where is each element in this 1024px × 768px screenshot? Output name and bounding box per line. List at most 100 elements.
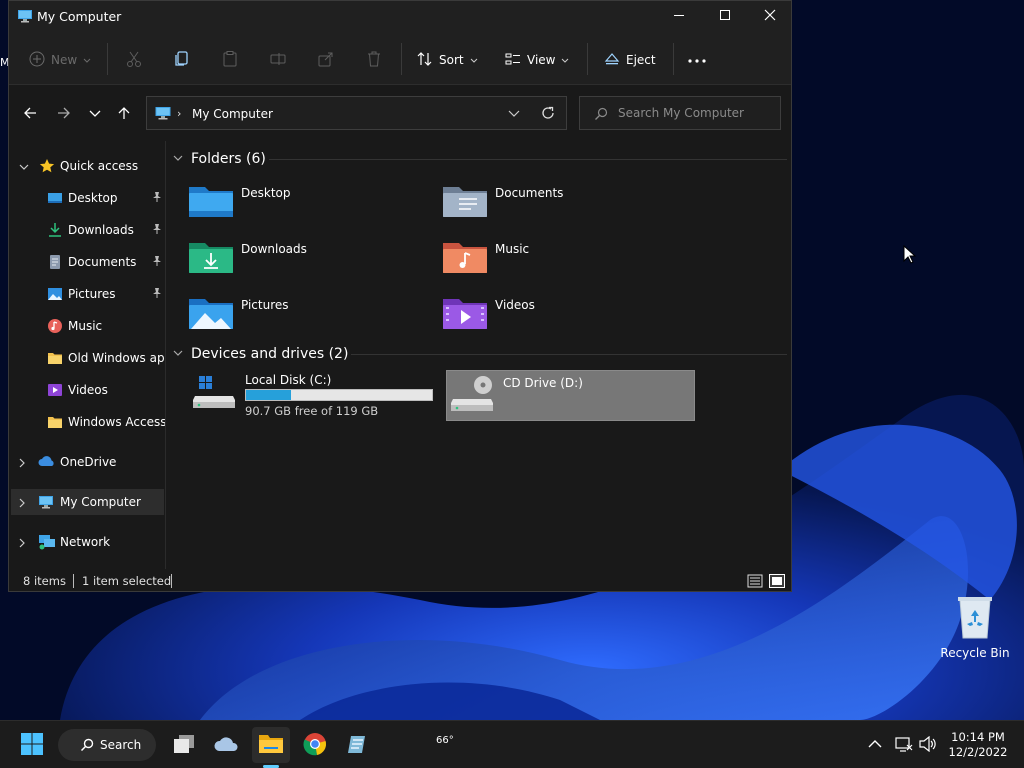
recycle-bin-desktop-icon[interactable]: Recycle Bin: [938, 594, 1012, 664]
group-header-folders[interactable]: Folders (6): [173, 149, 266, 169]
folder-tile-documents[interactable]: Documents: [443, 183, 683, 233]
nav-quick-access[interactable]: Quick access: [11, 153, 164, 179]
windows-logo-icon: [20, 732, 44, 759]
back-button[interactable]: [18, 103, 42, 125]
maximize-button[interactable]: [702, 1, 748, 31]
cut-button[interactable]: [125, 47, 143, 73]
title-bar[interactable]: My Computer: [9, 1, 791, 33]
folder-label: Music: [495, 242, 530, 256]
drive-tile-local-disk[interactable]: Local Disk (C:) 90.7 GB free of 119 GB: [189, 368, 439, 420]
pin-icon[interactable]: [151, 191, 163, 206]
folder-tile-music[interactable]: Music: [443, 239, 683, 289]
view-label: View: [527, 53, 556, 67]
nav-item-music[interactable]: Music: [11, 313, 164, 339]
nav-label: Music: [68, 319, 103, 333]
show-hidden-icons-button[interactable]: [864, 727, 886, 763]
drive-tile-cd-drive[interactable]: CD Drive (D:): [446, 370, 695, 421]
delete-button[interactable]: [365, 47, 383, 73]
volume-button[interactable]: [917, 727, 939, 763]
rename-button[interactable]: [269, 47, 287, 73]
search-input[interactable]: [618, 104, 773, 122]
up-button[interactable]: [112, 103, 136, 125]
task-view-icon: [172, 733, 196, 758]
start-button[interactable]: [14, 727, 50, 763]
taskbar-search-label: Search: [100, 738, 142, 752]
pin-icon[interactable]: [151, 287, 163, 302]
clock-date: 12/2/2022: [948, 745, 1008, 759]
folder-label: Videos: [495, 298, 535, 312]
close-icon: [764, 9, 776, 24]
separator: [107, 43, 108, 75]
group-header-devices[interactable]: Devices and drives (2): [173, 344, 348, 364]
nav-network[interactable]: Network: [11, 529, 164, 555]
star-icon: [39, 158, 55, 177]
new-button[interactable]: New: [29, 47, 91, 73]
nav-item-videos[interactable]: Videos: [11, 377, 164, 403]
folder-tile-desktop[interactable]: Desktop: [189, 183, 429, 233]
tiles-view-button[interactable]: [769, 573, 785, 589]
sort-label: Sort: [439, 53, 464, 67]
folder-label: Desktop: [241, 186, 291, 200]
taskbar-app[interactable]: [340, 727, 376, 763]
sort-button[interactable]: Sort: [417, 47, 478, 73]
chevron-right-icon[interactable]: [19, 497, 27, 511]
nav-label: Documents: [68, 255, 137, 269]
nav-item-windows-accessories[interactable]: Windows Accessories: [11, 409, 165, 435]
clock-time: 10:14 PM: [951, 730, 1005, 744]
file-explorer-window: My Computer New Sort View Eject › My Com…: [8, 0, 792, 592]
widgets-button[interactable]: 66°: [209, 727, 454, 763]
chevron-down-icon[interactable]: [19, 161, 29, 175]
group-divider: [351, 354, 787, 355]
nav-onedrive[interactable]: OneDrive: [11, 449, 164, 475]
temperature-text: 66°: [436, 735, 454, 746]
view-button[interactable]: View: [505, 47, 569, 73]
folder-icon: [47, 414, 63, 433]
task-view-button[interactable]: [167, 727, 201, 763]
details-view-button[interactable]: [747, 573, 763, 589]
nav-item-desktop[interactable]: Desktop: [11, 185, 164, 211]
nav-item-pictures[interactable]: Pictures: [11, 281, 164, 307]
network-status-button[interactable]: [893, 727, 915, 763]
chevron-right-icon[interactable]: [19, 537, 27, 551]
more-options-button[interactable]: [687, 47, 707, 73]
nav-label: Pictures: [68, 287, 116, 301]
taskbar-chrome[interactable]: [297, 727, 333, 763]
taskbar: Search 66° 10:14 PM 12/2/2022: [0, 720, 1024, 768]
nav-my-computer[interactable]: My Computer: [11, 489, 164, 515]
breadcrumb-my-computer[interactable]: My Computer: [192, 107, 273, 121]
tiles-view-icon: [769, 574, 785, 591]
taskbar-clock[interactable]: 10:14 PM 12/2/2022: [940, 730, 1016, 760]
disk-usage-fill: [246, 390, 291, 400]
eject-button[interactable]: Eject: [604, 47, 656, 73]
chrome-icon: [303, 732, 327, 759]
copy-icon: [173, 50, 191, 71]
address-history-chevron-icon[interactable]: [508, 107, 520, 121]
share-button[interactable]: [317, 47, 335, 73]
address-field[interactable]: › My Computer: [146, 96, 567, 130]
nav-item-old-windows-apps[interactable]: Old Windows apps: [11, 345, 165, 371]
paste-button[interactable]: [221, 47, 239, 73]
refresh-icon[interactable]: [540, 105, 556, 124]
folder-tile-pictures[interactable]: Pictures: [189, 295, 429, 345]
pin-icon[interactable]: [151, 255, 163, 270]
monitor-icon: [17, 8, 33, 27]
forward-button[interactable]: [52, 103, 76, 125]
nav-item-downloads[interactable]: Downloads: [11, 217, 164, 243]
chevron-right-icon[interactable]: [19, 457, 27, 471]
recent-locations-button[interactable]: [83, 103, 107, 125]
nav-item-documents[interactable]: Documents: [11, 249, 164, 275]
taskbar-file-explorer[interactable]: [252, 727, 290, 763]
recycle-bin-label: Recycle Bin: [940, 646, 1010, 660]
search-box[interactable]: [579, 96, 781, 130]
folder-tile-videos[interactable]: Videos: [443, 295, 683, 345]
copy-button[interactable]: [173, 47, 191, 73]
minimize-button[interactable]: [656, 1, 702, 31]
arrow-right-icon: [57, 106, 71, 123]
pictures-folder-icon: [189, 295, 233, 332]
breadcrumb-chevron-icon: ›: [177, 107, 182, 120]
folder-tile-downloads[interactable]: Downloads: [189, 239, 429, 289]
close-button[interactable]: [747, 1, 791, 31]
pin-icon[interactable]: [151, 223, 163, 238]
hard-drive-icon: [193, 372, 237, 415]
taskbar-search-button[interactable]: Search: [58, 729, 156, 761]
